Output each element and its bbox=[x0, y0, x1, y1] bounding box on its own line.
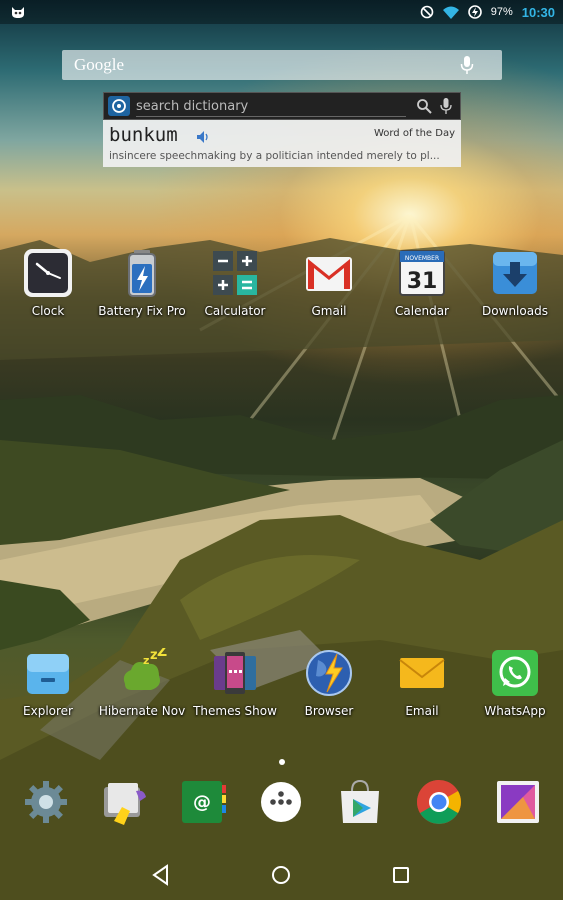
do-not-disturb-icon bbox=[420, 5, 434, 19]
gallery-icon[interactable] bbox=[493, 777, 543, 827]
themes-icon bbox=[214, 652, 256, 694]
word-of-the-day-word: bunkum bbox=[109, 124, 178, 146]
calendar-icon: NOVEMBER 31 bbox=[399, 250, 445, 296]
app-calculator[interactable]: Calculator bbox=[187, 248, 283, 328]
calculator-icon bbox=[213, 251, 257, 295]
clock-time: 10:30 bbox=[521, 4, 555, 20]
recents-icon[interactable] bbox=[388, 862, 414, 888]
browser-icon bbox=[306, 650, 352, 696]
app-drawer-icon[interactable] bbox=[256, 777, 306, 827]
search-bar-label: Google bbox=[74, 55, 125, 74]
svg-text:@: @ bbox=[193, 792, 211, 813]
page-indicator bbox=[279, 759, 285, 765]
mic-icon[interactable] bbox=[460, 56, 474, 74]
app-email[interactable]: Email bbox=[374, 648, 470, 728]
word-definition: insincere speechmaking by a politician i… bbox=[109, 150, 440, 162]
app-browser[interactable]: Browser bbox=[281, 648, 377, 728]
app-label: WhatsApp bbox=[484, 704, 546, 718]
app-themes-showcase[interactable]: Themes Show bbox=[187, 648, 283, 728]
app-explorer[interactable]: Explorer bbox=[0, 648, 96, 728]
app-calendar[interactable]: NOVEMBER 31 Calendar bbox=[374, 248, 470, 328]
clock-icon bbox=[24, 249, 72, 297]
search-icon[interactable] bbox=[416, 98, 432, 114]
battery-icon bbox=[467, 5, 482, 19]
word-of-the-day-card[interactable]: bunkum Word of the Day insincere speechm… bbox=[103, 120, 461, 167]
app-label: Email bbox=[405, 704, 439, 718]
mic-icon[interactable] bbox=[440, 98, 452, 114]
cat-ghost-icon bbox=[12, 7, 24, 18]
app-label: Themes Show bbox=[193, 704, 277, 718]
svg-text:z: z bbox=[143, 654, 149, 667]
app-label: Browser bbox=[304, 704, 354, 718]
dictionary-logo-icon bbox=[108, 96, 130, 116]
speaker-icon[interactable] bbox=[197, 131, 211, 143]
navigation-bar bbox=[0, 850, 563, 900]
app-whatsapp[interactable]: WhatsApp bbox=[467, 648, 563, 728]
app-label: Battery Fix Pro bbox=[98, 304, 186, 318]
app-label: Calculator bbox=[204, 304, 266, 318]
app-label: Clock bbox=[31, 304, 65, 318]
app-downloads[interactable]: Downloads bbox=[467, 248, 563, 328]
app-label: Calendar bbox=[395, 304, 449, 318]
calendar-day: 31 bbox=[407, 269, 438, 294]
google-search-bar[interactable]: Google bbox=[62, 50, 502, 80]
app-battery-fix-pro[interactable]: Battery Fix Pro bbox=[94, 248, 190, 328]
explorer-icon bbox=[27, 654, 69, 694]
back-icon[interactable] bbox=[148, 862, 174, 888]
word-of-the-day-badge: Word of the Day bbox=[373, 128, 455, 139]
app-label: Downloads bbox=[482, 304, 548, 318]
app-clock[interactable]: Clock bbox=[0, 248, 96, 328]
settings-icon[interactable] bbox=[21, 777, 71, 827]
downloads-icon bbox=[493, 252, 537, 294]
app-hibernate[interactable]: z z Z Hibernate Nov bbox=[94, 648, 190, 728]
chrome-icon[interactable] bbox=[414, 777, 464, 827]
wifi-icon bbox=[442, 6, 459, 19]
app-label: Explorer bbox=[23, 704, 73, 718]
hibernate-icon: z z Z bbox=[123, 648, 167, 690]
battery-percent: 97% bbox=[490, 6, 513, 18]
calendar-month: NOVEMBER bbox=[405, 255, 439, 262]
dictionary-widget: search dictionary bunkum Word of the Day… bbox=[103, 92, 461, 167]
dictionary-search-input[interactable]: search dictionary bbox=[136, 97, 406, 117]
app-gmail[interactable]: Gmail bbox=[281, 248, 377, 328]
app-label: Gmail bbox=[311, 304, 347, 318]
play-store-icon[interactable] bbox=[335, 777, 385, 827]
email-icon bbox=[399, 658, 445, 688]
whatsapp-icon bbox=[492, 650, 538, 696]
file-manager-icon[interactable] bbox=[100, 777, 150, 827]
dictionary-search-row: search dictionary bbox=[103, 92, 461, 120]
svg-text:Z: Z bbox=[157, 648, 167, 660]
gmail-icon bbox=[306, 257, 352, 291]
contacts-icon[interactable]: @ bbox=[178, 777, 228, 827]
battery-fix-icon bbox=[128, 250, 156, 297]
status-bar: 97% 10:30 bbox=[0, 0, 563, 24]
app-label: Hibernate Nov bbox=[98, 704, 186, 718]
home-icon[interactable] bbox=[268, 862, 294, 888]
